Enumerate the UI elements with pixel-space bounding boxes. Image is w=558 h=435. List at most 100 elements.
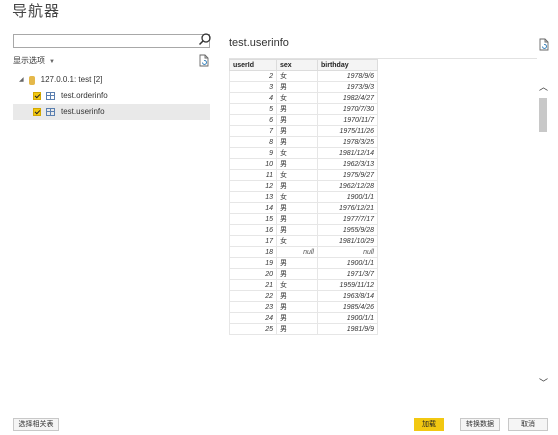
table-row[interactable]: 23 男 1985/4/26 xyxy=(229,301,378,313)
table-cell: 1978/3/25 xyxy=(317,136,378,148)
window-title: 导航器 xyxy=(12,3,61,20)
table-cell: null xyxy=(276,246,318,258)
table-row[interactable]: 6 男 1970/11/7 xyxy=(229,114,378,126)
table-cell: 13 xyxy=(229,191,277,203)
table-label: test.userinfo xyxy=(61,107,105,116)
table-cell: 3 xyxy=(229,81,277,93)
table-cell: 1970/11/7 xyxy=(317,114,378,126)
table-cell: 男 xyxy=(276,180,318,192)
table-cell: 1970/7/30 xyxy=(317,103,378,115)
table-cell: 1977/7/17 xyxy=(317,213,378,225)
table-row[interactable]: 9 女 1981/12/14 xyxy=(229,147,378,159)
table-cell: 19 xyxy=(229,257,277,269)
table-cell: null xyxy=(317,246,378,258)
table-cell: 女 xyxy=(276,235,318,247)
table-cell: 1985/4/26 xyxy=(317,301,378,313)
table-row[interactable]: 18 null null xyxy=(229,246,378,258)
table-cell: 男 xyxy=(276,257,318,269)
cancel-button[interactable]: 取消 xyxy=(508,418,548,431)
table-cell: 1962/3/13 xyxy=(317,158,378,170)
table-cell: 男 xyxy=(276,213,318,225)
tree-server-node[interactable]: ◢ 127.0.0.1: test [2] xyxy=(13,72,210,88)
table-cell: 12 xyxy=(229,180,277,192)
table-cell: 男 xyxy=(276,323,318,335)
table-cell: 23 xyxy=(229,301,277,313)
refresh-icon[interactable] xyxy=(538,38,550,51)
table-cell: 1900/1/1 xyxy=(317,191,378,203)
table-row[interactable]: 14 男 1976/12/21 xyxy=(229,202,378,214)
vertical-scrollbar[interactable]: ︿ ﹀ xyxy=(537,58,549,398)
table-cell: 16 xyxy=(229,224,277,236)
table-cell: 25 xyxy=(229,323,277,335)
table-cell: 男 xyxy=(276,114,318,126)
table-row[interactable]: 17 女 1981/10/29 xyxy=(229,235,378,247)
table-cell: 男 xyxy=(276,81,318,93)
table-cell: 22 xyxy=(229,290,277,302)
table-icon xyxy=(46,107,55,116)
table-cell: 男 xyxy=(276,202,318,214)
table-cell: 1978/9/6 xyxy=(317,70,378,82)
table-cell: 10 xyxy=(229,158,277,170)
preview-title: test.userinfo xyxy=(229,37,289,49)
table-row[interactable]: 7 男 1975/11/26 xyxy=(229,125,378,137)
table-cell: 21 xyxy=(229,279,277,291)
table-cell: 1959/11/12 xyxy=(317,279,378,291)
scrollbar-thumb[interactable] xyxy=(539,98,547,132)
collapse-icon[interactable]: ◢ xyxy=(19,77,24,83)
chevron-down-icon[interactable]: ﹀ xyxy=(539,376,548,389)
tree-item-orderinfo[interactable]: test.orderinfo xyxy=(13,88,210,104)
table-cell: 1971/3/7 xyxy=(317,268,378,280)
table-header-row: userId sex birthday xyxy=(229,59,378,71)
table-row[interactable]: 19 男 1900/1/1 xyxy=(229,257,378,269)
table-cell: 1981/10/29 xyxy=(317,235,378,247)
load-button[interactable]: 加载 xyxy=(414,418,444,431)
table-cell: 15 xyxy=(229,213,277,225)
table-cell: 1981/12/14 xyxy=(317,147,378,159)
table-cell: 女 xyxy=(276,147,318,159)
userinfo-checkbox[interactable] xyxy=(33,107,41,116)
table-row[interactable]: 20 男 1971/3/7 xyxy=(229,268,378,280)
table-row[interactable]: 2 女 1978/9/6 xyxy=(229,70,378,82)
table-row[interactable]: 25 男 1981/9/9 xyxy=(229,323,378,335)
table-cell: 女 xyxy=(276,92,318,104)
table-cell: 17 xyxy=(229,235,277,247)
navigator-tree: ◢ 127.0.0.1: test [2] test.orderinfo test… xyxy=(13,72,210,120)
table-row[interactable]: 3 男 1973/9/3 xyxy=(229,81,378,93)
chevron-up-icon[interactable]: ︿ xyxy=(539,80,548,93)
table-cell: 男 xyxy=(276,312,318,324)
table-row[interactable]: 12 男 1962/12/28 xyxy=(229,180,378,192)
table-row[interactable]: 11 女 1975/9/27 xyxy=(229,169,378,181)
table-cell: 2 xyxy=(229,70,277,82)
preview-grid[interactable]: userId sex birthday 2 女 1978/9/6 3 男 1973/9/3… xyxy=(229,58,537,398)
table-cell: 1982/4/27 xyxy=(317,92,378,104)
table-cell: 男 xyxy=(276,103,318,115)
search-icon[interactable] xyxy=(198,32,212,46)
table-row[interactable]: 8 男 1978/3/25 xyxy=(229,136,378,148)
table-cell: 18 xyxy=(229,246,277,258)
transform-data-button[interactable]: 转换数据 xyxy=(460,418,500,431)
table-cell: 20 xyxy=(229,268,277,280)
tree-item-userinfo[interactable]: test.userinfo xyxy=(13,104,210,120)
table-row[interactable]: 22 男 1963/8/14 xyxy=(229,290,378,302)
table-cell: 1981/9/9 xyxy=(317,323,378,335)
table-row[interactable]: 4 女 1982/4/27 xyxy=(229,92,378,104)
table-cell: 24 xyxy=(229,312,277,324)
search-input[interactable] xyxy=(13,34,210,48)
table-row[interactable]: 16 男 1955/9/28 xyxy=(229,224,378,236)
column-header[interactable]: birthday xyxy=(317,59,378,71)
table-cell: 4 xyxy=(229,92,277,104)
column-header[interactable]: userId xyxy=(229,59,277,71)
table-row[interactable]: 5 男 1970/7/30 xyxy=(229,103,378,115)
table-row[interactable]: 21 女 1959/11/12 xyxy=(229,279,378,291)
display-options-dropdown[interactable]: 显示选项 ▼ xyxy=(13,55,55,66)
table-row[interactable]: 24 男 1900/1/1 xyxy=(229,312,378,324)
column-header[interactable]: sex xyxy=(276,59,318,71)
table-cell: 1900/1/1 xyxy=(317,257,378,269)
select-related-tables-button[interactable]: 选择相关表 xyxy=(13,418,59,431)
table-row[interactable]: 10 男 1962/3/13 xyxy=(229,158,378,170)
table-row[interactable]: 15 男 1977/7/17 xyxy=(229,213,378,225)
table-row[interactable]: 13 女 1900/1/1 xyxy=(229,191,378,203)
refresh-icon[interactable] xyxy=(198,54,210,67)
table-cell: 男 xyxy=(276,290,318,302)
orderinfo-checkbox[interactable] xyxy=(33,91,41,100)
